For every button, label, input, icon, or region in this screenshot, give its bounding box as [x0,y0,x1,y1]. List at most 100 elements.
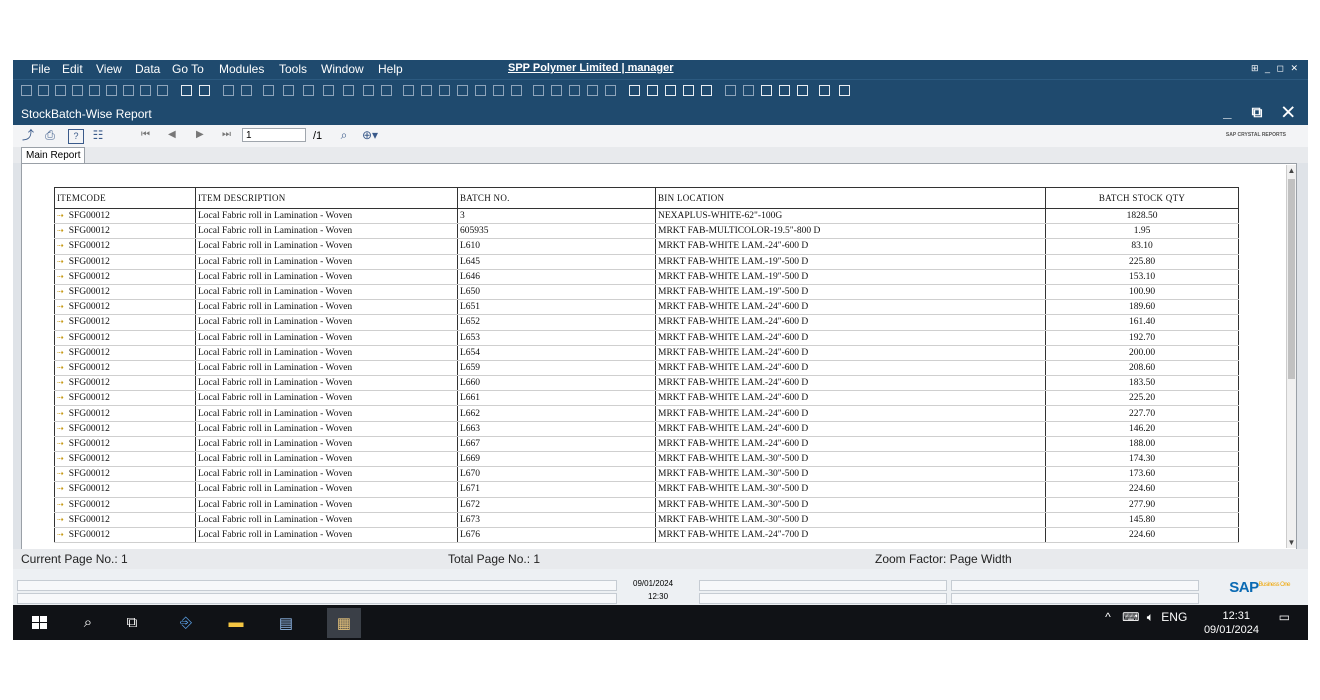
table-row[interactable]: ⇢ SFG00012 Local Fabric roll in Lamination… [54,208,1239,225]
drilldown-arrow-icon[interactable]: ⇢ [57,469,64,478]
page-number-input[interactable]: 1 [242,128,306,142]
toolbar-icon[interactable] [797,85,808,96]
table-row[interactable]: ⇢ SFG00012 Local Fabric roll in Lamination… [54,436,1239,453]
table-row[interactable]: ⇢ SFG00012 Local Fabric roll in Lamination… [54,254,1239,270]
menu-tools[interactable]: Tools [279,62,307,76]
drilldown-arrow-icon[interactable]: ⇢ [57,439,64,448]
network-icon[interactable]: ⌨ [1122,610,1139,624]
toolbar-icon[interactable] [72,85,83,96]
chevron-up-icon[interactable]: ^ [1105,610,1111,624]
windows-start-icon[interactable] [32,616,47,629]
network-app-icon[interactable]: ⎆ [175,614,197,631]
tab-main-report[interactable]: Main Report [21,147,86,163]
menu-modules[interactable]: Modules [219,62,264,76]
drilldown-arrow-icon[interactable]: ⇢ [57,515,64,524]
zoom-icon[interactable]: ⊕▾ [359,129,381,142]
toolbar-icon[interactable] [421,85,432,96]
menu-edit[interactable]: Edit [62,62,83,76]
table-row[interactable]: ⇢ SFG00012 Local Fabric roll in Lamination… [54,421,1239,437]
first-record-icon[interactable] [263,85,274,96]
toolbar-icon[interactable] [106,85,117,96]
search-icon[interactable]: ⌕ [77,614,99,631]
toolbar-icon[interactable] [725,85,736,96]
volume-icon[interactable]: 🔈︎ [1147,610,1154,624]
toolbar-icon[interactable] [21,85,32,96]
toolbar-icon[interactable] [819,85,830,96]
toolbar-icon[interactable] [241,85,252,96]
print-icon[interactable]: ⎙ [43,129,57,142]
toolbar-icon[interactable] [457,85,468,96]
table-row[interactable]: ⇢ SFG00012 Local Fabric roll in Lamination… [54,390,1239,407]
menu-help[interactable]: Help [378,62,403,76]
toolbar-icon[interactable] [533,85,544,96]
table-row[interactable]: ⇢ SFG00012 Local Fabric roll in Lamination… [54,360,1239,377]
toolbar-icon[interactable] [511,85,522,96]
drilldown-arrow-icon[interactable]: ⇢ [57,393,64,402]
table-row[interactable]: ⇢ SFG00012 Local Fabric roll in Lamination… [54,466,1239,483]
toolbar-icon[interactable] [199,85,210,96]
find-icon[interactable]: ⌕ [337,129,351,142]
app-window-controls[interactable]: ⊞ _ ◻ ✕ [1251,63,1300,74]
clock-date[interactable]: 09/01/2024 [1204,624,1259,636]
drilldown-arrow-icon[interactable]: ⇢ [57,424,64,433]
move-icon[interactable] [181,85,192,96]
drilldown-arrow-icon[interactable]: ⇢ [57,454,64,463]
language-indicator[interactable]: ENG [1161,610,1187,624]
toolbar-icon[interactable] [761,85,772,96]
clock-time[interactable]: 12:31 [1222,610,1250,622]
table-row[interactable]: ⇢ SFG00012 Local Fabric roll in Lamination… [54,405,1239,422]
export-icon[interactable]: ⤴ [21,129,35,142]
file-explorer-icon[interactable]: ▬ [225,614,247,631]
filter-icon[interactable] [363,85,374,96]
table-row[interactable]: ⇢ SFG00012 Local Fabric roll in Lamination… [54,299,1239,316]
toolbar-icon[interactable] [665,85,676,96]
toolbar-icon[interactable] [157,85,168,96]
menu-view[interactable]: View [96,62,122,76]
drilldown-arrow-icon[interactable]: ⇢ [57,348,64,357]
sap-business-one-taskbar-button[interactable]: ▦ [327,608,361,638]
drilldown-arrow-icon[interactable]: ⇢ [57,378,64,387]
app-icon[interactable]: ▤ [275,614,297,632]
drilldown-arrow-icon[interactable]: ⇢ [57,272,64,281]
table-row[interactable]: ⇢ SFG00012 Local Fabric roll in Lamination… [54,269,1239,285]
table-row[interactable]: ⇢ SFG00012 Local Fabric roll in Lamination… [54,238,1239,255]
report-window-controls[interactable]: _ ⧉ ✕ [1223,104,1302,121]
toolbar-icon[interactable] [493,85,504,96]
drilldown-arrow-icon[interactable]: ⇢ [57,211,64,220]
drilldown-arrow-icon[interactable]: ⇢ [57,484,64,493]
table-row[interactable]: ⇢ SFG00012 Local Fabric roll in Lamination… [54,375,1239,392]
toolbar-icon[interactable] [140,85,151,96]
toolbar-icon[interactable] [89,85,100,96]
drilldown-arrow-icon[interactable]: ⇢ [57,226,64,235]
table-row[interactable]: ⇢ SFG00012 Local Fabric roll in Lamination… [54,223,1239,240]
last-page-icon[interactable]: ⏭ [222,129,231,140]
table-row[interactable]: ⇢ SFG00012 Local Fabric roll in Lamination… [54,284,1239,301]
toolbar-icon[interactable] [605,85,616,96]
drilldown-arrow-icon[interactable]: ⇢ [57,500,64,509]
toolbar-icon[interactable] [587,85,598,96]
toolbar-icon[interactable] [343,85,354,96]
toolbar-icon[interactable] [403,85,414,96]
toolbar-icon[interactable] [55,85,66,96]
toolbar-icon[interactable] [683,85,694,96]
table-row[interactable]: ⇢ SFG00012 Local Fabric roll in Lamination… [54,314,1239,331]
toolbar-icon[interactable] [223,85,234,96]
scroll-up-icon[interactable]: ▲ [1287,166,1296,175]
notification-icon[interactable]: ▭ [1279,610,1290,624]
toolbar-icon[interactable] [381,85,392,96]
help-icon[interactable]: ? [68,129,84,144]
menu-window[interactable]: Window [321,62,364,76]
task-view-icon[interactable]: ⧉ [121,614,143,631]
next-record-icon[interactable] [303,85,314,96]
drilldown-arrow-icon[interactable]: ⇢ [57,333,64,342]
drilldown-arrow-icon[interactable]: ⇢ [57,409,64,418]
toolbar-icon[interactable] [647,85,658,96]
first-page-icon[interactable]: ⏮ [141,129,150,140]
toolbar-icon[interactable] [701,85,712,96]
drilldown-arrow-icon[interactable]: ⇢ [57,257,64,266]
toolbar-icon[interactable] [743,85,754,96]
toolbar-icon[interactable] [123,85,134,96]
previous-page-icon[interactable]: ◀ [168,129,176,140]
next-page-icon[interactable]: ▶ [196,129,204,140]
toolbar-icon[interactable] [475,85,486,96]
